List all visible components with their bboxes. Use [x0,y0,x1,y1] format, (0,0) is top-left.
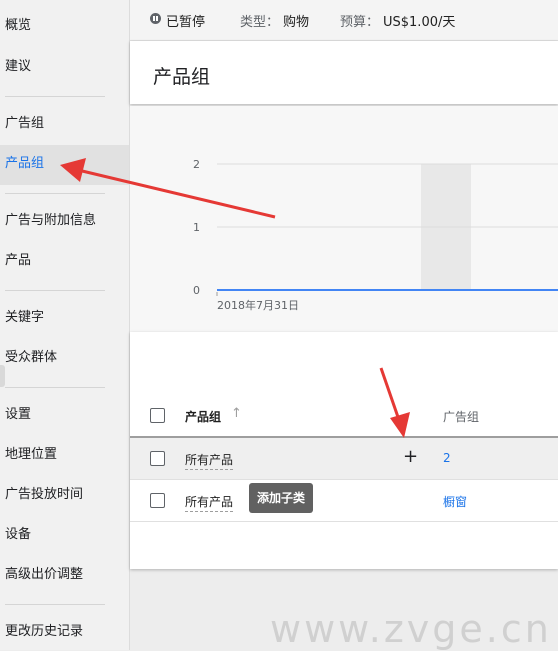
sidebar-item-products[interactable]: 产品 [5,252,31,270]
sidebar-item-change-history[interactable]: 更改历史记录 [5,623,83,641]
type-label: 类型： [240,15,280,30]
ad-group-link[interactable]: 2 [443,451,451,465]
sidebar-item-locations[interactable]: 地理位置 [5,446,57,464]
product-group-name[interactable]: 所有产品 [185,493,234,512]
sidebar-item-overview[interactable]: 概览 [5,17,31,35]
type-value: 购物 [283,15,310,30]
sidebar-collapse-handle[interactable] [0,365,5,387]
table-row[interactable]: 所有产品 + 2 [130,438,558,480]
row-checkbox[interactable] [150,493,165,508]
performance-chart: 0 1 2 2018年7月31日 [130,106,558,332]
table-row[interactable]: 所有产品 橱窗 [130,480,558,522]
sidebar-item-ads-extensions[interactable]: 广告与附加信息 [5,212,96,230]
add-subdivision-icon[interactable]: + [403,448,418,466]
chart-y-tick-label: 0 [193,284,200,297]
sidebar-item-keywords[interactable]: 关键字 [5,309,44,327]
sidebar-item-audiences[interactable]: 受众群体 [5,349,57,367]
product-group-name[interactable]: 所有产品 [185,451,234,470]
column-header-ad-group[interactable]: 广告组 [443,408,479,425]
sort-arrow-icon[interactable]: ↑ [231,406,242,421]
sidebar-item-devices[interactable]: 设备 [5,526,31,544]
status-text[interactable]: 已暂停 [166,11,205,30]
sidebar-item-advanced-bid-adj[interactable]: 高级出价调整 [5,566,83,584]
pause-icon [150,13,161,24]
sidebar-divider [5,290,105,291]
product-groups-table: 产品组 ↑ 广告组 所有产品 + 2 所有产品 橱窗 [130,332,558,569]
sidebar-item-ad-groups[interactable]: 广告组 [5,115,44,133]
sidebar-divider [5,193,105,194]
campaign-status-bar: 已暂停 类型： 购物 预算： US$1.00/天 [130,0,558,41]
row-checkbox[interactable] [150,451,165,466]
column-header-product-group[interactable]: 产品组 [185,408,221,425]
sidebar-divider [5,96,105,97]
sidebar-divider [5,604,105,605]
chart-y-tick-label: 1 [193,221,200,234]
select-all-checkbox[interactable] [150,408,165,423]
sidebar-divider [5,387,105,388]
main-content: 已暂停 类型： 购物 预算： US$1.00/天 产品组 0 1 2 2018年7月3… [130,0,558,650]
ad-group-link[interactable]: 橱窗 [443,493,467,510]
add-subdivision-tooltip: 添加子类 [249,483,313,513]
budget-value[interactable]: US$1.00/天 [383,11,455,30]
title-card: 产品组 [130,41,558,104]
chart-y-tick-label: 2 [193,158,200,171]
sidebar-item-ad-schedule[interactable]: 广告投放时间 [5,486,83,504]
sidebar-item-product-groups[interactable]: 产品组 [5,155,44,173]
chart-x-tick-label: 2018年7月31日 [217,298,299,312]
chart-svg: 0 1 2 2018年7月31日 [193,158,558,312]
page-title: 产品组 [153,66,211,88]
sidebar-item-recommendations[interactable]: 建议 [5,58,31,76]
sidebar: 概览 建议 广告组 产品组 广告与附加信息 产品 关键字 受众群体 设置 地理位… [0,0,130,650]
sidebar-item-settings[interactable]: 设置 [5,406,31,424]
table-header-row: 产品组 ↑ 广告组 [130,394,558,438]
watermark: www.zvge.cn [270,607,552,651]
budget-label: 预算： [340,15,380,30]
